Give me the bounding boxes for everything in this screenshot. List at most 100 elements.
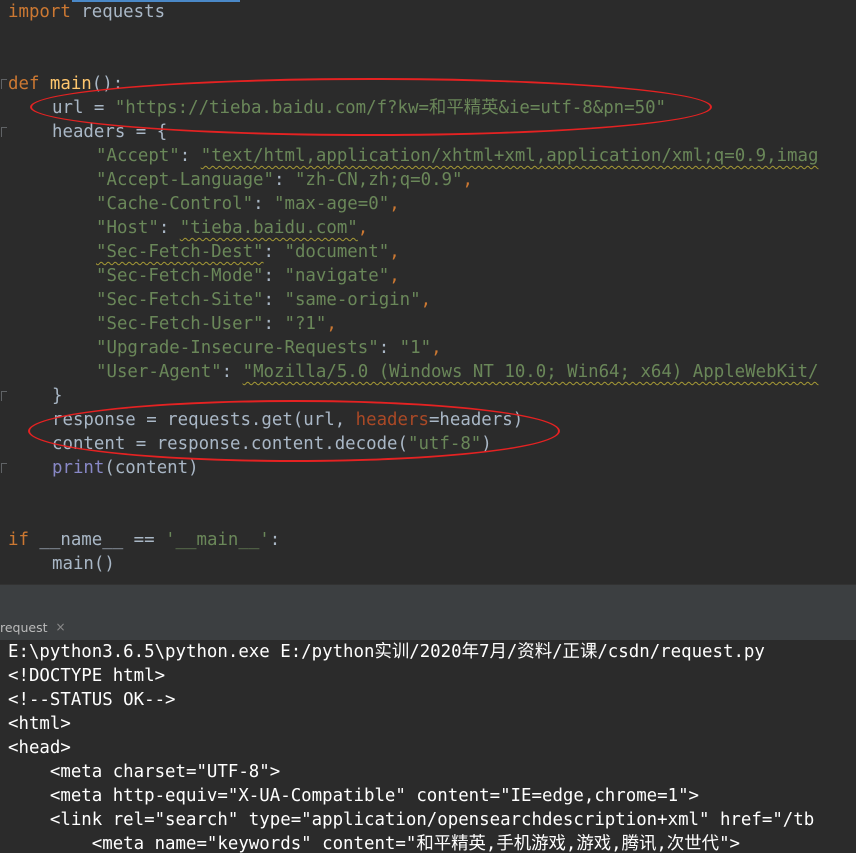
- close-brace: }: [52, 386, 63, 406]
- console-line: <meta name="keywords" content="和平精英,手机游戏…: [8, 834, 741, 853]
- fold-icon[interactable]: [1, 391, 7, 401]
- keyword-if: if: [8, 530, 29, 550]
- header-value: "1": [399, 338, 432, 358]
- code-line-if-main[interactable]: if __name__ == '__main__':: [8, 528, 280, 552]
- fold-icon[interactable]: [1, 79, 7, 89]
- separator: :: [221, 362, 243, 382]
- run-tab-bar: request ×: [0, 614, 856, 641]
- code-line-response[interactable]: response = requests.get(url, headers=hea…: [52, 408, 523, 432]
- headers-open: headers = {: [52, 122, 168, 142]
- comma: ,: [420, 290, 432, 310]
- code-line-main-call[interactable]: main(): [52, 552, 115, 576]
- code-line-header-host[interactable]: "Host": "tieba.baidu.com",: [96, 216, 368, 240]
- console-line: <head>: [8, 738, 71, 758]
- comma: ,: [389, 266, 400, 286]
- print-args: (content): [104, 458, 199, 478]
- separator: :: [158, 218, 180, 238]
- comma: ,: [389, 242, 400, 262]
- keyword-def: def: [8, 74, 40, 94]
- code-line-print[interactable]: print(content): [52, 456, 199, 480]
- header-value: "text/html,application/xhtml+xml,applica…: [200, 146, 819, 166]
- code-line-header-accept[interactable]: "Accept": "text/html,application/xhtml+x…: [96, 144, 818, 168]
- console-line: <!--STATUS OK-->: [8, 690, 176, 710]
- header-value: "document": [284, 242, 390, 262]
- encoding-string: "utf-8": [407, 434, 482, 454]
- content-call: content = response.content.decode(: [52, 434, 408, 454]
- def-params: ():: [91, 74, 124, 94]
- comma: ,: [326, 314, 337, 334]
- separator: :: [378, 338, 400, 358]
- console-line: <meta http-equiv="X-UA-Compatible" conte…: [8, 786, 700, 806]
- console-line: <!DOCTYPE html>: [8, 666, 166, 686]
- if-colon: :: [269, 530, 281, 550]
- url-string: "https://tieba.baidu.com/f?kw=和平精英&ie=ut…: [114, 98, 667, 118]
- code-line-headers[interactable]: headers = {: [52, 120, 167, 144]
- separator: :: [263, 242, 285, 262]
- separator: :: [263, 290, 285, 310]
- separator: :: [274, 170, 295, 190]
- code-line-header-site[interactable]: "Sec-Fetch-Site": "same-origin",: [96, 288, 431, 312]
- run-tab-request[interactable]: request ×: [0, 614, 70, 640]
- code-line-header-lang[interactable]: "Accept-Language": "zh-CN,zh;q=0.9",: [96, 168, 473, 192]
- header-value: "same-origin": [284, 290, 421, 310]
- url-variable: url =: [52, 98, 115, 118]
- module-name: requests: [70, 2, 166, 22]
- console-line: <link rel="search" type="application/ope…: [8, 810, 815, 830]
- header-key: "Host": [96, 218, 159, 238]
- header-key: "Sec-Fetch-User": [96, 314, 264, 334]
- code-line-content[interactable]: content = response.content.decode("utf-8…: [52, 432, 492, 456]
- header-key: "Accept-Language": [96, 170, 274, 190]
- run-tab-label: request: [0, 619, 48, 635]
- code-line-header-uir[interactable]: "Upgrade-Insecure-Requests": "1",: [96, 336, 442, 360]
- separator: :: [253, 194, 275, 214]
- code-line-header-dest[interactable]: "Sec-Fetch-Dest": "document",: [96, 240, 400, 264]
- close-icon[interactable]: ×: [56, 620, 66, 634]
- code-line-header-cache[interactable]: "Cache-Control": "max-age=0",: [96, 192, 400, 216]
- fold-icon[interactable]: [1, 463, 7, 473]
- panel-splitter[interactable]: [0, 584, 856, 615]
- comma: ,: [431, 338, 442, 358]
- separator: :: [263, 314, 285, 334]
- comma: ,: [462, 170, 473, 190]
- console-line: <html>: [8, 714, 71, 734]
- main-call: main(): [52, 554, 115, 574]
- keyword-arg: headers: [355, 410, 429, 430]
- keyword-import: import: [8, 2, 71, 22]
- builtin-print: print: [52, 458, 105, 478]
- code-line-url[interactable]: url = "https://tieba.baidu.com/f?kw=和平精英…: [52, 96, 666, 120]
- header-key: "Accept": [96, 146, 180, 166]
- separator: :: [263, 266, 285, 286]
- fold-icon[interactable]: [1, 127, 7, 137]
- header-value: "navigate": [284, 266, 390, 286]
- console-line: E:\python3.6.5\python.exe E:/python实训/20…: [8, 642, 765, 662]
- header-value: "Mozilla/5.0 (Windows NT 10.0; Win64; x6…: [242, 362, 819, 382]
- header-key: "User-Agent": [96, 362, 222, 382]
- main-string: '__main__': [165, 530, 270, 550]
- console-line: <meta charset="UTF-8">: [8, 762, 281, 782]
- separator: :: [179, 146, 201, 166]
- header-value: "zh-CN,zh;q=0.9": [294, 170, 463, 190]
- if-condition: __name__ ==: [28, 530, 166, 550]
- header-key: "Sec-Fetch-Dest": [96, 242, 264, 262]
- header-key: "Sec-Fetch-Site": [96, 290, 264, 310]
- header-value: "max-age=0": [274, 194, 390, 214]
- code-line-def[interactable]: def main():: [8, 72, 123, 96]
- code-line-close-brace[interactable]: }: [52, 384, 62, 408]
- code-line-header-user[interactable]: "Sec-Fetch-User": "?1",: [96, 312, 337, 336]
- header-value: "tieba.baidu.com": [179, 218, 358, 238]
- header-key: "Sec-Fetch-Mode": [96, 266, 264, 286]
- code-line-header-ua[interactable]: "User-Agent": "Mozilla/5.0 (Windows NT 1…: [96, 360, 818, 384]
- function-name: main: [39, 74, 92, 94]
- header-key: "Cache-Control": [96, 194, 254, 214]
- header-key: "Upgrade-Insecure-Requests": [96, 338, 379, 358]
- code-editor[interactable]: import requests def main(): url = "https…: [0, 0, 856, 584]
- response-call-end: =headers): [428, 410, 524, 430]
- comma: ,: [357, 218, 369, 238]
- comma: ,: [389, 194, 400, 214]
- code-line-header-mode[interactable]: "Sec-Fetch-Mode": "navigate",: [96, 264, 400, 288]
- header-value: "?1": [284, 314, 327, 334]
- response-call: response = requests.get(url,: [52, 410, 356, 430]
- code-line-import[interactable]: import requests: [8, 0, 165, 24]
- content-call-end: ): [481, 434, 492, 454]
- run-console[interactable]: E:\python3.6.5\python.exe E:/python实训/20…: [0, 640, 856, 853]
